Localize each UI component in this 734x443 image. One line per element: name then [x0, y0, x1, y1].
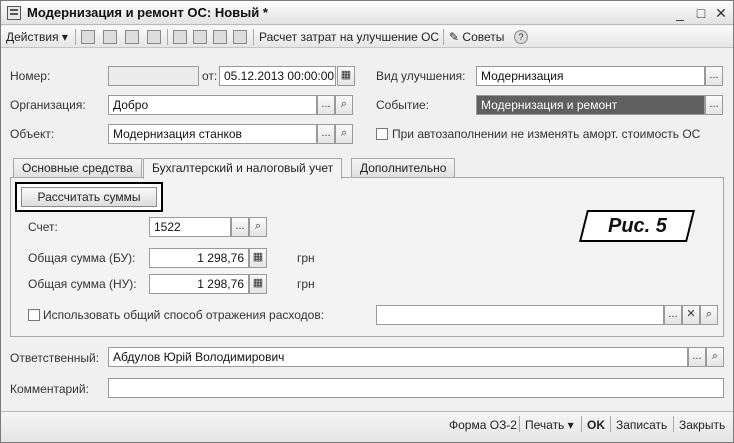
improvement-type-label: Вид улучшения: [376, 69, 466, 83]
event-field[interactable]: Модернизация и ремонт [476, 95, 705, 115]
subordinate-docs-icon[interactable] [173, 30, 187, 44]
comment-label: Комментарий: [10, 382, 89, 396]
figure-label: Рис. 5 [579, 210, 695, 242]
bottom-divider [581, 416, 582, 432]
select-button[interactable]: ... [705, 95, 723, 115]
ok-button[interactable]: OK [587, 418, 605, 432]
close-button[interactable]: Закрыть [679, 418, 725, 432]
figure-label-text: Рис. 5 [607, 215, 667, 237]
object-label: Объект: [10, 127, 55, 141]
calc-improvement-costs-button[interactable]: Расчет затрат на улучшение ОС [259, 29, 439, 45]
search-icon[interactable]: ⌕ [335, 124, 353, 144]
number-field[interactable] [108, 66, 199, 86]
calendar-icon[interactable]: ▦ [337, 66, 355, 86]
clear-icon[interactable]: ✕ [682, 305, 700, 325]
close-window-button[interactable]: ✕ [712, 4, 730, 22]
sort-icon[interactable] [193, 30, 207, 44]
total-bu-field[interactable]: 1 298,76 [149, 248, 249, 268]
select-button[interactable]: ... [231, 217, 249, 237]
select-button[interactable]: ... [317, 124, 335, 144]
common-expense-label: Использовать общий способ отражения расх… [43, 308, 325, 322]
common-expense-checkbox[interactable] [28, 309, 40, 321]
select-button[interactable]: ... [688, 347, 706, 367]
chevron-down-icon: ▾ [567, 418, 574, 432]
window-title: Модернизация и ремонт ОС: Новый * [27, 5, 268, 20]
actions-menu[interactable]: Действия ▾ [6, 29, 68, 45]
organization-field[interactable]: Добро [108, 95, 317, 115]
actions-menu-label: Действия [6, 30, 59, 44]
post-document-icon[interactable] [125, 30, 139, 44]
lightbulb-icon: ✎ [449, 30, 460, 44]
calculate-sums-button[interactable]: Рассчитать суммы [21, 187, 157, 207]
chevron-down-icon: ▾ [61, 30, 68, 44]
account-label: Счет: [28, 220, 58, 234]
unpost-document-icon[interactable] [147, 30, 161, 44]
toolbar-divider [75, 29, 76, 45]
structure-icon[interactable] [233, 30, 247, 44]
currency-label: грн [297, 251, 315, 265]
select-button[interactable]: ... [317, 95, 335, 115]
date-field[interactable]: 05.12.2013 00:00:00 [219, 66, 336, 86]
date-label: от: [202, 69, 218, 83]
toolbar-divider [167, 29, 168, 45]
event-label: Событие: [376, 98, 430, 112]
toolbar-divider [443, 29, 444, 45]
help-icon[interactable]: ? [514, 30, 528, 44]
responsible-label: Ответственный: [10, 351, 100, 365]
autofill-checkbox-label: При автозаполнении не изменять аморт. ст… [392, 127, 701, 141]
number-label: Номер: [10, 69, 51, 83]
copy-icon[interactable] [103, 30, 117, 44]
object-field[interactable]: Модернизация станков [108, 124, 317, 144]
bottom-divider [673, 416, 674, 432]
calculator-icon[interactable]: ▦ [249, 248, 267, 268]
document-window: Модернизация и ремонт ОС: Новый * _ □ ✕ … [0, 0, 734, 443]
print-menu[interactable]: Печать ▾ [525, 418, 574, 432]
tips-button[interactable]: ✎ Советы [449, 29, 504, 45]
document-icon [7, 6, 21, 20]
tab-accounting[interactable]: Бухгалтерский и налоговый учет [143, 158, 343, 179]
search-icon[interactable]: ⌕ [700, 305, 718, 325]
select-button[interactable]: ... [664, 305, 682, 325]
currency-label: грн [297, 277, 315, 291]
organization-label: Организация: [10, 98, 86, 112]
tab-fixed-assets[interactable]: Основные средства [13, 158, 142, 178]
print-label: Печать [525, 418, 565, 432]
search-icon[interactable]: ⌕ [335, 95, 353, 115]
kt-dt-icon[interactable] [213, 30, 227, 44]
improvement-type-field[interactable]: Модернизация [476, 66, 705, 86]
minimize-button[interactable]: _ [671, 4, 689, 22]
toolbar: Действия ▾ Расчет затрат на улучшение ОС… [1, 26, 733, 48]
common-expense-field[interactable] [376, 305, 664, 325]
bottom-divider [519, 416, 520, 432]
tab-additional[interactable]: Дополнительно [351, 158, 456, 178]
search-icon[interactable]: ⌕ [249, 217, 267, 237]
autofill-checkbox[interactable] [376, 128, 388, 140]
add-icon[interactable] [81, 30, 95, 44]
maximize-button[interactable]: □ [692, 4, 710, 22]
total-nu-label: Общая сумма (НУ): [28, 277, 137, 291]
total-bu-label: Общая сумма (БУ): [28, 251, 136, 265]
account-field[interactable]: 1522 [149, 217, 231, 237]
comment-field[interactable] [108, 378, 724, 398]
bottom-divider [610, 416, 611, 432]
toolbar-divider [253, 29, 254, 45]
select-button[interactable]: ... [705, 66, 723, 86]
calculator-icon[interactable]: ▦ [249, 274, 267, 294]
tips-label: Советы [462, 30, 505, 44]
total-nu-field[interactable]: 1 298,76 [149, 274, 249, 294]
form-oz2-button[interactable]: Форма ОЗ-2 [449, 418, 517, 432]
title-bar: Модернизация и ремонт ОС: Новый * _ □ ✕ [1, 1, 733, 25]
responsible-field[interactable]: Абдулов Юрій Володимирович [108, 347, 688, 367]
save-button[interactable]: Записать [616, 418, 667, 432]
search-icon[interactable]: ⌕ [706, 347, 724, 367]
